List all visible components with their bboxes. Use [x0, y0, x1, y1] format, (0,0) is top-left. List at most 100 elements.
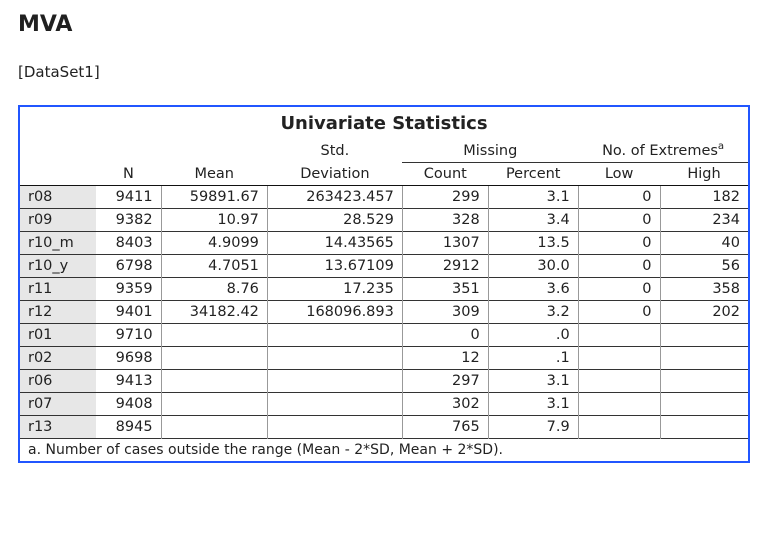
cell-stddev: [267, 346, 402, 369]
cell-variable: r10_y: [20, 254, 96, 277]
cell-extremes-low: 0: [578, 254, 660, 277]
table-footnote: a. Number of cases outside the range (Me…: [20, 438, 748, 461]
cell-extremes-high: [660, 392, 748, 415]
cell-mean: [161, 369, 267, 392]
cell-variable: r11: [20, 277, 96, 300]
page-title: MVA: [18, 12, 750, 37]
cell-extremes-low: [578, 346, 660, 369]
cell-missing-percent: 13.5: [488, 231, 578, 254]
cell-variable: r10_m: [20, 231, 96, 254]
cell-mean: 8.76: [161, 277, 267, 300]
cell-extremes-high: [660, 346, 748, 369]
cell-stddev: 28.529: [267, 208, 402, 231]
cell-stddev: [267, 392, 402, 415]
cell-stddev: 17.235: [267, 277, 402, 300]
cell-missing-percent: 3.6: [488, 277, 578, 300]
table-row: r029698 12.1: [20, 346, 748, 369]
table-row: r10_y67984.705113.67109291230.0056: [20, 254, 748, 277]
cell-extremes-high: [660, 369, 748, 392]
cell-extremes-high: [660, 323, 748, 346]
cell-variable: r01: [20, 323, 96, 346]
header-stddev: Deviation: [267, 162, 402, 185]
cell-n: 9359: [96, 277, 161, 300]
cell-stddev: [267, 369, 402, 392]
cell-extremes-high: 40: [660, 231, 748, 254]
table-row: r10_m84034.909914.43565130713.5040: [20, 231, 748, 254]
cell-mean: 59891.67: [161, 185, 267, 208]
cell-variable: r06: [20, 369, 96, 392]
cell-stddev: 168096.893: [267, 300, 402, 323]
cell-missing-percent: .1: [488, 346, 578, 369]
cell-extremes-low: [578, 369, 660, 392]
cell-extremes-high: [660, 415, 748, 438]
cell-extremes-low: 0: [578, 231, 660, 254]
cell-extremes-high: 56: [660, 254, 748, 277]
header-extremes-text: No. of Extremes: [602, 143, 718, 159]
univariate-statistics-table: Univariate Statistics Std. Missing No. o…: [18, 105, 750, 463]
cell-variable: r13: [20, 415, 96, 438]
cell-stddev: 14.43565: [267, 231, 402, 254]
table-row: r12940134182.42168096.8933093.20202: [20, 300, 748, 323]
cell-stddev: 13.67109: [267, 254, 402, 277]
table-row: r08941159891.67263423.4572993.10182: [20, 185, 748, 208]
cell-extremes-low: 0: [578, 277, 660, 300]
cell-missing-percent: 3.1: [488, 369, 578, 392]
cell-missing-count: 351: [402, 277, 488, 300]
cell-n: 9401: [96, 300, 161, 323]
cell-stddev: [267, 415, 402, 438]
table-footnote-row: a. Number of cases outside the range (Me…: [20, 438, 748, 461]
cell-missing-percent: 30.0: [488, 254, 578, 277]
cell-missing-percent: 3.1: [488, 392, 578, 415]
cell-missing-count: 328: [402, 208, 488, 231]
header-mean-spacer: [161, 138, 267, 162]
cell-missing-count: 302: [402, 392, 488, 415]
cell-extremes-low: [578, 392, 660, 415]
cell-mean: [161, 392, 267, 415]
header-extremes-high: High: [660, 162, 748, 185]
cell-n: 9710: [96, 323, 161, 346]
cell-missing-count: 1307: [402, 231, 488, 254]
cell-extremes-low: [578, 415, 660, 438]
cell-n: 9413: [96, 369, 161, 392]
cell-stddev: 263423.457: [267, 185, 402, 208]
cell-missing-count: 299: [402, 185, 488, 208]
cell-n: 6798: [96, 254, 161, 277]
cell-n: 9382: [96, 208, 161, 231]
cell-missing-percent: 7.9: [488, 415, 578, 438]
cell-n: 8945: [96, 415, 161, 438]
cell-mean: [161, 415, 267, 438]
cell-extremes-high: 234: [660, 208, 748, 231]
cell-extremes-high: 358: [660, 277, 748, 300]
cell-missing-count: 0: [402, 323, 488, 346]
header-extremes-super: a: [718, 141, 724, 152]
header-n-spacer: [96, 138, 161, 162]
cell-n: 9408: [96, 392, 161, 415]
cell-variable: r12: [20, 300, 96, 323]
table-row: r079408 3023.1: [20, 392, 748, 415]
header-extremes-low: Low: [578, 162, 660, 185]
header-missing-percent: Percent: [488, 162, 578, 185]
cell-variable: r07: [20, 392, 96, 415]
cell-variable: r02: [20, 346, 96, 369]
cell-mean: [161, 323, 267, 346]
table-title: Univariate Statistics: [20, 107, 748, 138]
cell-n: 9698: [96, 346, 161, 369]
cell-n: 9411: [96, 185, 161, 208]
header-std-line1: Std.: [267, 138, 402, 162]
header-rowlab: [20, 162, 96, 185]
cell-variable: r08: [20, 185, 96, 208]
dataset-label: [DataSet1]: [18, 63, 750, 81]
cell-missing-percent: 3.4: [488, 208, 578, 231]
header-missing-count: Count: [402, 162, 488, 185]
cell-mean: 4.9099: [161, 231, 267, 254]
table-row: r1193598.7617.2353513.60358: [20, 277, 748, 300]
page: MVA [DataSet1] Univariate Statistics Std…: [0, 0, 768, 481]
cell-extremes-high: 182: [660, 185, 748, 208]
header-extremes-group: No. of Extremesa: [578, 138, 748, 162]
table-row: r0197100.0: [20, 323, 748, 346]
cell-missing-count: 12: [402, 346, 488, 369]
cell-missing-count: 297: [402, 369, 488, 392]
cell-missing-count: 309: [402, 300, 488, 323]
cell-mean: [161, 346, 267, 369]
header-n: N: [96, 162, 161, 185]
